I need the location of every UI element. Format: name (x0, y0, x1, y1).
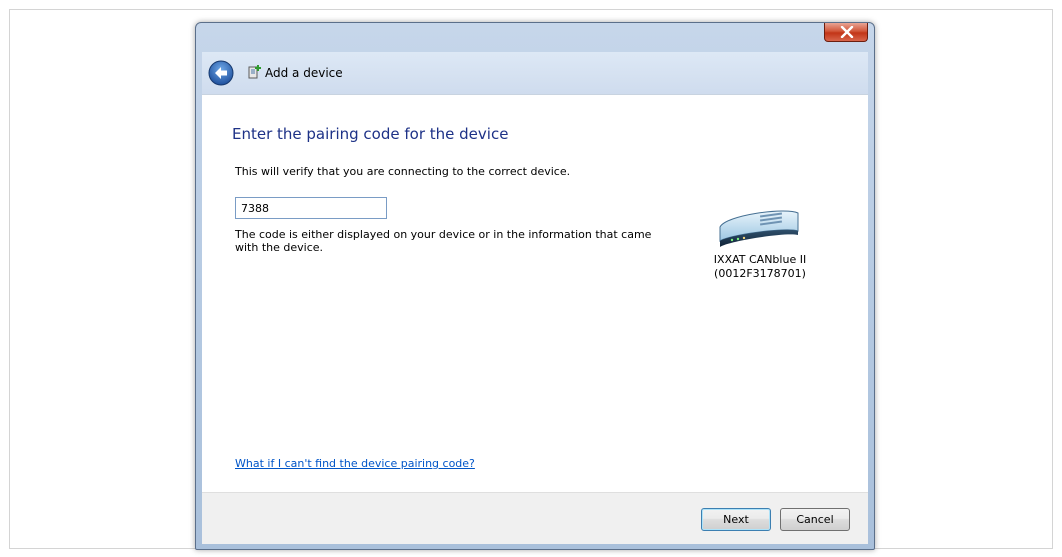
content-area: Enter the pairing code for the device Th… (202, 94, 868, 493)
help-link[interactable]: What if I can't find the device pairing … (235, 457, 475, 470)
back-button[interactable] (208, 60, 234, 86)
close-icon (840, 26, 854, 38)
next-button[interactable]: Next (701, 508, 771, 531)
close-button[interactable] (824, 23, 868, 42)
window-header: Add a device (202, 52, 868, 94)
button-footer: Next Cancel (202, 492, 868, 544)
device-info: IXXAT CANblue II (0012F3178701) (692, 205, 828, 281)
window-title: Add a device (265, 66, 343, 80)
pairing-code-hint: The code is either displayed on your dev… (235, 228, 652, 254)
device-name: IXXAT CANblue II (713, 253, 807, 266)
device-id: (0012F3178701) (714, 267, 806, 280)
back-arrow-icon (208, 60, 234, 86)
cancel-button[interactable]: Cancel (780, 508, 850, 531)
add-device-window: Add a device Enter the pairing code for … (195, 22, 875, 550)
page-heading: Enter the pairing code for the device (232, 125, 509, 143)
network-device-icon (719, 210, 799, 247)
instruction-text: This will verify that you are connecting… (235, 165, 571, 178)
pairing-code-input[interactable] (235, 197, 387, 219)
add-device-icon (248, 65, 261, 79)
